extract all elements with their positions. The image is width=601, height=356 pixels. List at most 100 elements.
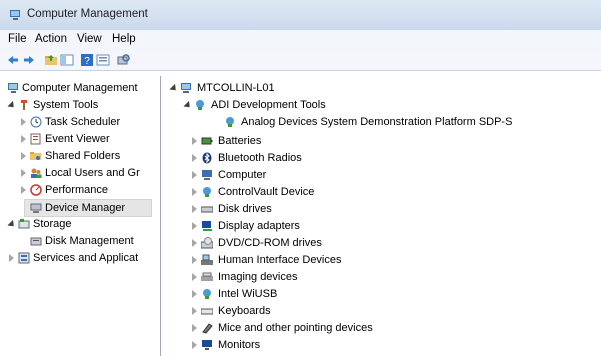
tree-label: Disk Management: [45, 235, 134, 247]
device-tree: MTCOLLIN-L01 ADI Development Tools Analo…: [166, 76, 601, 356]
bluetooth-icon: [202, 152, 212, 164]
collapsed-arrow-icon[interactable]: [192, 324, 197, 332]
tree-task-scheduler[interactable]: Task Scheduler: [8, 114, 160, 130]
computer-management-icon: [8, 83, 18, 93]
tree-label: Disk drives: [218, 203, 272, 215]
tree-label: Display adapters: [218, 220, 300, 232]
tree-disk-management[interactable]: Disk Management: [8, 233, 160, 249]
help-icon[interactable]: ?: [80, 53, 94, 67]
window-title: Computer Management: [27, 8, 148, 20]
tree-label: Monitors: [218, 339, 261, 351]
console-tree: Computer Management System Tools Task Sc…: [4, 76, 161, 356]
hid-icon: [201, 254, 213, 265]
expanded-arrow-icon[interactable]: [169, 83, 179, 94]
tree-label: Storage: [33, 218, 72, 230]
toolbar: ?: [0, 50, 601, 71]
tree-label: Analog Devices System Demonstration Plat…: [241, 116, 513, 128]
tools-icon: [21, 100, 27, 110]
tree-label: Local Users and Gr: [45, 167, 140, 179]
tree-label: Imaging devices: [218, 271, 298, 283]
usb-device-icon: [203, 187, 211, 197]
collapsed-arrow-icon[interactable]: [192, 171, 197, 179]
computer-icon: [181, 83, 191, 93]
expanded-arrow-icon[interactable]: [7, 100, 17, 111]
scan-hardware-icon[interactable]: [116, 53, 130, 67]
imaging-device-icon: [201, 272, 213, 281]
collapsed-arrow-icon[interactable]: [192, 188, 197, 196]
tree-label: Keyboards: [218, 305, 271, 317]
tree-label: Event Viewer: [45, 133, 110, 145]
users-icon: [31, 168, 42, 178]
tree-label: ControlVault Device: [218, 186, 315, 198]
collapsed-arrow-icon[interactable]: [192, 307, 197, 315]
collapsed-arrow-icon[interactable]: [192, 341, 197, 349]
folder-up-icon[interactable]: [44, 53, 58, 67]
menu-help[interactable]: Help: [112, 33, 136, 45]
mouse-icon: [202, 323, 213, 334]
tree-local-users[interactable]: Local Users and Gr: [8, 165, 160, 181]
collapsed-arrow-icon[interactable]: [192, 222, 197, 230]
computer-management-icon: [10, 10, 20, 20]
properties-icon[interactable]: [96, 53, 110, 67]
tree-label: Mice and other pointing devices: [218, 322, 373, 334]
forward-arrow-icon[interactable]: [22, 53, 36, 67]
display-adapter-icon: [202, 221, 212, 231]
collapsed-arrow-icon[interactable]: [21, 118, 26, 126]
storage-icon: [18, 219, 30, 229]
tree-label: Intel WiUSB: [218, 288, 278, 300]
collapsed-arrow-icon[interactable]: [192, 137, 197, 145]
tree-event-viewer[interactable]: Event Viewer: [8, 131, 160, 147]
disk-management-icon: [30, 237, 42, 246]
tree-label: Bluetooth Radios: [218, 152, 302, 164]
tree-label: Device Manager: [45, 202, 126, 214]
collapsed-arrow-icon[interactable]: [192, 256, 197, 264]
tree-label: Performance: [45, 184, 108, 196]
expanded-arrow-icon[interactable]: [183, 100, 193, 111]
tree-label: DVD/CD-ROM drives: [218, 237, 322, 249]
collapsed-arrow-icon[interactable]: [192, 154, 197, 162]
tree-performance[interactable]: Performance: [8, 182, 160, 198]
collapsed-arrow-icon[interactable]: [192, 273, 197, 281]
tree-services-applications[interactable]: Services and Applicat: [8, 250, 160, 266]
menu-file[interactable]: File: [8, 33, 27, 45]
tree-label: Human Interface Devices: [218, 254, 342, 266]
collapsed-arrow-icon[interactable]: [192, 290, 197, 298]
collapsed-arrow-icon[interactable]: [192, 239, 197, 247]
clock-icon: [30, 116, 42, 128]
menu-bar: File Action View Help: [0, 30, 601, 50]
menu-action[interactable]: Action: [35, 33, 67, 45]
menu-view[interactable]: View: [77, 33, 102, 45]
computer-icon: [202, 170, 212, 180]
tree-shared-folders[interactable]: Shared Folders: [8, 148, 160, 164]
tree-label: Task Scheduler: [45, 116, 121, 128]
tree-label: Services and Applicat: [33, 252, 139, 264]
usb-device-icon: [196, 100, 204, 110]
tree-computer-management[interactable]: Computer Management: [8, 80, 160, 96]
collapsed-arrow-icon[interactable]: [21, 186, 26, 194]
keyboard-icon: [201, 308, 213, 315]
tree-system-tools[interactable]: System Tools: [7, 97, 160, 113]
tree-label: Computer: [218, 169, 267, 181]
disk-drive-icon: [201, 206, 213, 213]
collapsed-arrow-icon[interactable]: [21, 135, 26, 143]
usb-device-icon: [226, 117, 234, 127]
back-arrow-icon[interactable]: [6, 53, 20, 67]
show-hide-tree-icon[interactable]: [60, 53, 74, 67]
tree-label: ADI Development Tools: [211, 99, 326, 111]
tree-device-manager[interactable]: Device Manager: [24, 199, 152, 217]
collapsed-arrow-icon[interactable]: [21, 152, 26, 160]
collapsed-arrow-icon[interactable]: [21, 169, 26, 177]
tree-storage[interactable]: Storage: [7, 216, 160, 232]
collapsed-arrow-icon[interactable]: [192, 205, 197, 213]
tree-label: Batteries: [218, 135, 262, 147]
expanded-arrow-icon[interactable]: [7, 219, 17, 230]
usb-device-icon: [203, 289, 211, 299]
tree-label: System Tools: [33, 99, 99, 111]
collapsed-arrow-icon[interactable]: [9, 254, 14, 262]
svg-text:?: ?: [84, 56, 90, 67]
tree-label: MTCOLLIN-L01: [197, 82, 275, 94]
tree-label: Shared Folders: [45, 150, 121, 162]
services-icon: [18, 252, 30, 264]
dvd-drive-icon: [201, 237, 213, 249]
monitor-icon: [202, 340, 212, 350]
